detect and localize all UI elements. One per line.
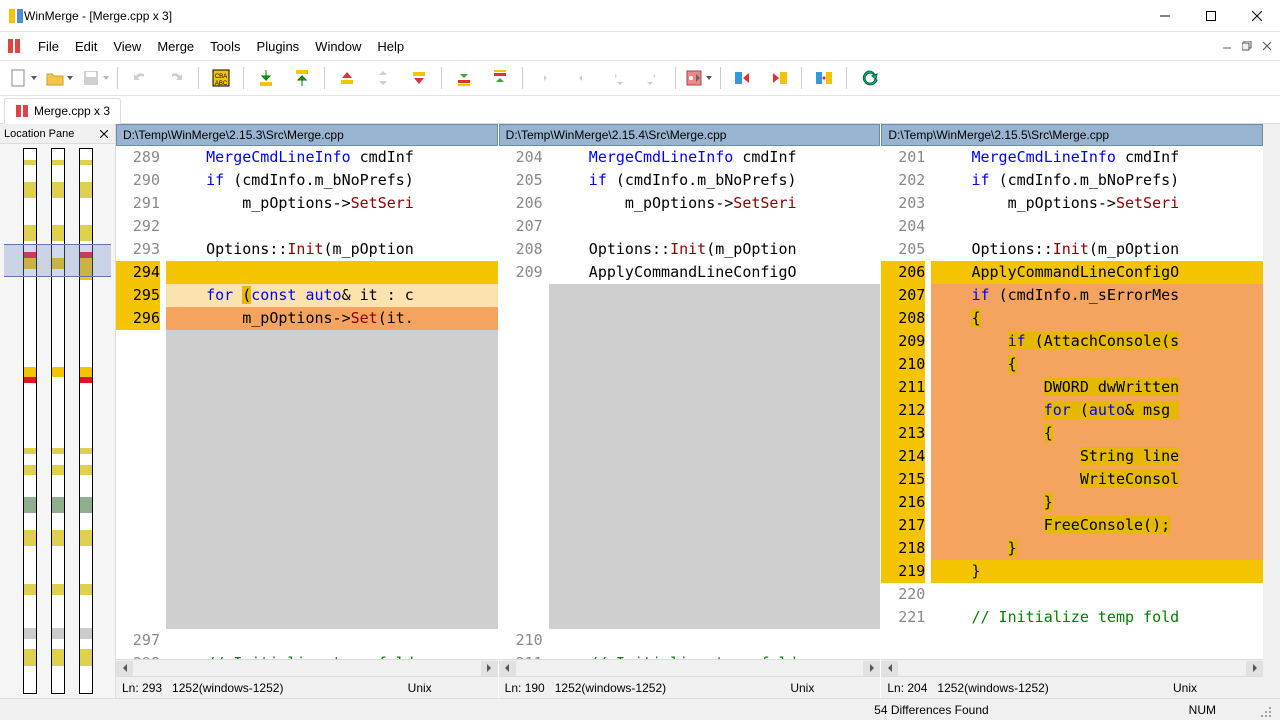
undo-button[interactable]	[123, 63, 157, 93]
vertical-scrollbar[interactable]	[1263, 124, 1280, 698]
doc-icon	[6, 38, 22, 54]
menu-edit[interactable]: Edit	[67, 35, 105, 58]
document-tab[interactable]: Merge.cpp x 3	[4, 98, 121, 124]
menu-merge[interactable]: Merge	[149, 35, 202, 58]
toolbar: CBAABC	[0, 60, 1280, 96]
horizontal-scrollbar[interactable]	[881, 659, 1263, 676]
window-close-button[interactable]	[1234, 1, 1280, 31]
mdi-close-button[interactable]	[1258, 38, 1276, 54]
editor-status: Ln: 2041252(windows-1252)Unix	[881, 676, 1263, 698]
location-pane: Location Pane	[0, 124, 116, 698]
svg-text:CBA: CBA	[215, 74, 227, 80]
location-bar[interactable]	[23, 148, 37, 694]
editor-path[interactable]: D:\Temp\WinMerge\2.15.5\Src\Merge.cpp	[881, 124, 1263, 146]
window-maximize-button[interactable]	[1188, 1, 1234, 31]
options-button[interactable]	[681, 63, 715, 93]
merge-doc-icon	[15, 104, 29, 118]
copy-left-button[interactable]	[564, 63, 598, 93]
editor-status: Ln: 2931252(windows-1252)Unix	[116, 676, 498, 698]
editor-path[interactable]: D:\Temp\WinMerge\2.15.3\Src\Merge.cpp	[116, 124, 498, 146]
svg-text:ABC: ABC	[215, 81, 228, 87]
prev-diff-button[interactable]	[285, 63, 319, 93]
all-left-button[interactable]	[762, 63, 796, 93]
redo-button[interactable]	[159, 63, 193, 93]
menu-tools[interactable]: Tools	[202, 35, 248, 58]
editor-status: Ln: 1901252(windows-1252)Unix	[499, 676, 881, 698]
editor-pane-1: D:\Temp\WinMerge\2.15.4\Src\Merge.cpp204…	[499, 124, 882, 698]
resize-grip-icon[interactable]	[1256, 702, 1272, 718]
copy-right-advance-button[interactable]	[600, 63, 634, 93]
editor-body[interactable]: 2012022032042052062072082092102112122132…	[881, 146, 1263, 659]
last-diff-button[interactable]	[402, 63, 436, 93]
prev-conflict-button[interactable]	[483, 63, 517, 93]
horizontal-scrollbar[interactable]	[116, 659, 498, 676]
save-button[interactable]	[78, 63, 112, 93]
editor-path[interactable]: D:\Temp\WinMerge\2.15.4\Src\Merge.cpp	[499, 124, 881, 146]
menu-help[interactable]: Help	[369, 35, 412, 58]
location-bar[interactable]	[51, 148, 65, 694]
app-icon	[8, 8, 24, 24]
location-pane-close-button[interactable]	[97, 127, 111, 141]
mdi-restore-button[interactable]	[1238, 38, 1256, 54]
menu-plugins[interactable]: Plugins	[249, 35, 308, 58]
statusbar: 54 Differences Found NUM	[0, 698, 1280, 720]
menubar: FileEditViewMergeToolsPluginsWindowHelp	[0, 32, 1280, 60]
window-titlebar: WinMerge - [Merge.cpp x 3]	[0, 0, 1280, 32]
mdi-minimize-button[interactable]	[1218, 38, 1236, 54]
open-button[interactable]	[42, 63, 76, 93]
editor-body[interactable]: 204205206207208209 210211 MergeCmdLineIn…	[499, 146, 881, 659]
window-title: WinMerge - [Merge.cpp x 3]	[24, 9, 1142, 23]
next-diff-button[interactable]	[249, 63, 283, 93]
encoding-button[interactable]: CBAABC	[204, 63, 238, 93]
menu-window[interactable]: Window	[307, 35, 369, 58]
location-pane-body[interactable]	[0, 144, 115, 698]
location-bar[interactable]	[79, 148, 93, 694]
location-pane-title: Location Pane	[4, 128, 74, 140]
auto-merge-button[interactable]	[807, 63, 841, 93]
current-diff-button[interactable]	[366, 63, 400, 93]
document-tabbar: Merge.cpp x 3	[0, 96, 1280, 124]
all-right-button[interactable]	[726, 63, 760, 93]
copy-right-button[interactable]	[528, 63, 562, 93]
horizontal-scrollbar[interactable]	[499, 659, 881, 676]
copy-left-advance-button[interactable]	[636, 63, 670, 93]
status-diff-count: 54 Differences Found	[874, 703, 989, 717]
next-conflict-button[interactable]	[447, 63, 481, 93]
menu-view[interactable]: View	[105, 35, 149, 58]
new-button[interactable]	[6, 63, 40, 93]
editor-body[interactable]: 289290291292293294295296 297298 MergeCmd…	[116, 146, 498, 659]
document-tab-label: Merge.cpp x 3	[34, 104, 110, 118]
workspace: Location Pane D:\Temp\WinMerge\2.15.3\Sr…	[0, 124, 1280, 698]
window-minimize-button[interactable]	[1142, 1, 1188, 31]
menu-file[interactable]: File	[30, 35, 67, 58]
status-num-lock: NUM	[1189, 703, 1216, 717]
refresh-button[interactable]	[852, 63, 886, 93]
first-diff-button[interactable]	[330, 63, 364, 93]
editor-pane-0: D:\Temp\WinMerge\2.15.3\Src\Merge.cpp289…	[116, 124, 499, 698]
editor-pane-2: D:\Temp\WinMerge\2.15.5\Src\Merge.cpp201…	[881, 124, 1263, 698]
